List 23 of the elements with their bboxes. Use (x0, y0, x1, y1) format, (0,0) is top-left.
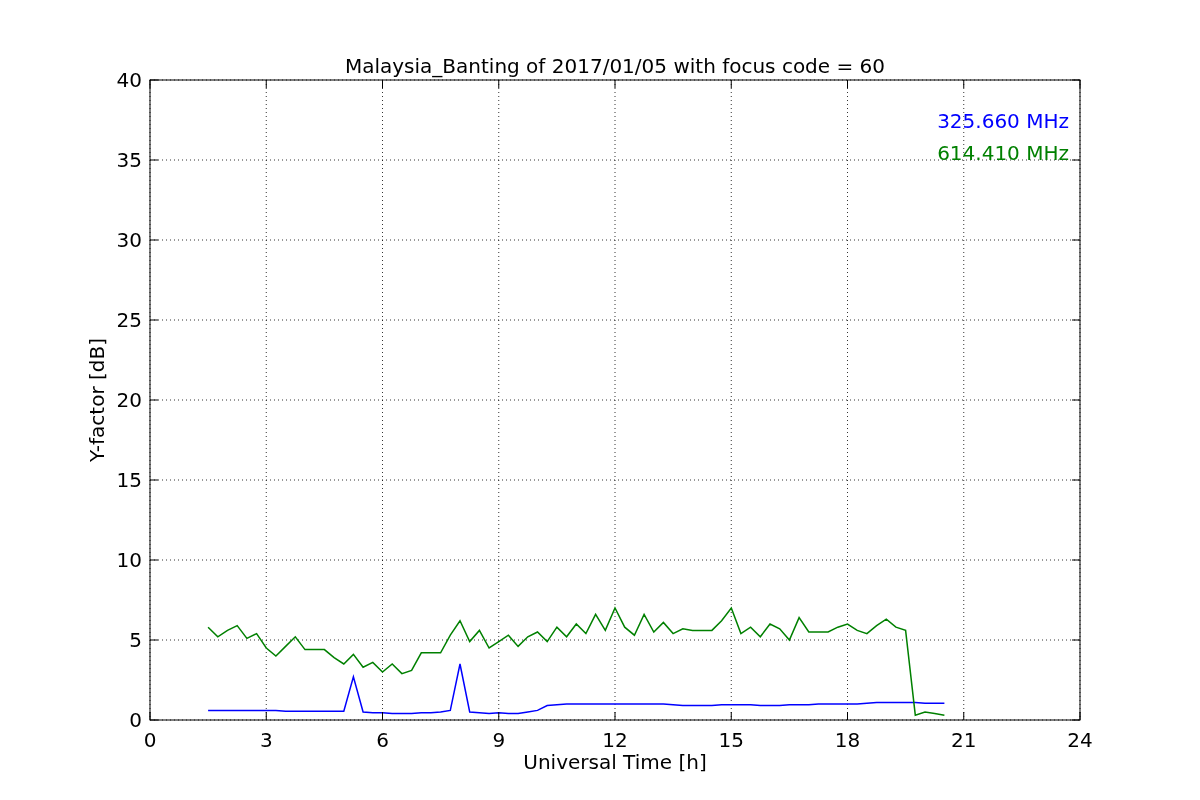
legend-label: 614.410 MHz (937, 141, 1069, 165)
tick-label: 20 (116, 388, 142, 412)
tick-label: 6 (376, 728, 389, 752)
tick-label: 5 (129, 628, 142, 652)
tick-label: 30 (116, 228, 142, 252)
tick-label: 0 (129, 708, 142, 732)
tick-label: 18 (834, 728, 861, 752)
tick-label: 3 (259, 728, 273, 752)
tick-label: 24 (1067, 728, 1093, 752)
tick-label: 40 (116, 68, 142, 92)
tick-label: 15 (116, 468, 142, 492)
tick-label: 25 (116, 308, 142, 332)
tick-label: 0 (143, 728, 157, 752)
tick-label: 15 (718, 728, 744, 752)
axis-label: Universal Time [h] (523, 750, 707, 774)
axis-label: Y-factor [dB] (85, 338, 109, 462)
tick-label: 9 (492, 728, 506, 752)
tick-label: 10 (116, 548, 142, 572)
tick-label: 21 (951, 728, 977, 752)
legend-label: 325.660 MHz (937, 109, 1069, 133)
tick-label: 12 (602, 728, 628, 752)
tick-label: 35 (116, 148, 142, 172)
chart-title: Malaysia_Banting of 2017/01/05 with focus code = 60 (344, 54, 886, 78)
